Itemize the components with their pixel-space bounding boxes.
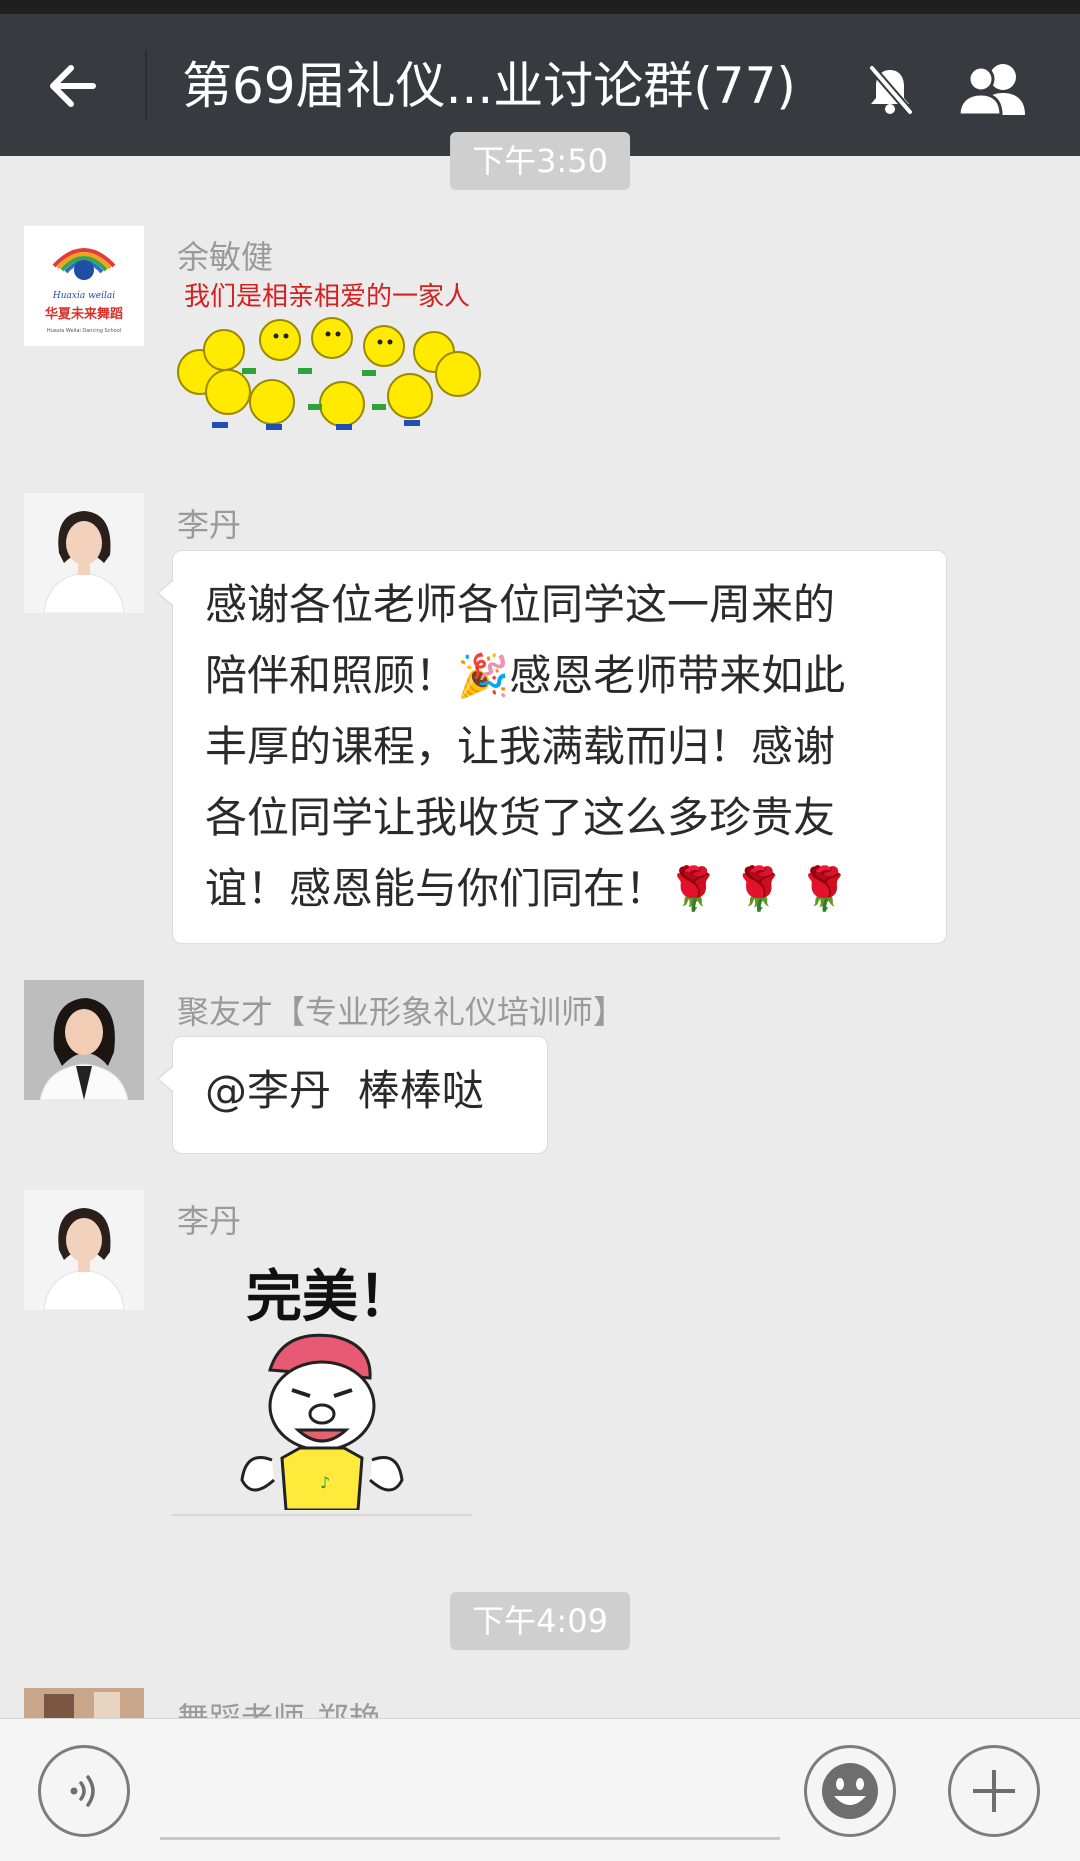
- avatar[interactable]: [24, 1190, 144, 1310]
- avatar[interactable]: [24, 493, 144, 613]
- sender-name: 李丹: [177, 506, 242, 544]
- bell-muted-icon[interactable]: [858, 58, 922, 122]
- message-line: 丰厚的课程，让我满载而归！感谢: [205, 722, 836, 771]
- sticker-underline: [172, 1514, 472, 1516]
- back-arrow-icon[interactable]: [36, 50, 108, 122]
- message-input-underline[interactable]: [160, 1837, 780, 1840]
- avatar[interactable]: [24, 1688, 144, 1718]
- message-line: 陪伴和照顾！🎉感恩老师带来如此: [205, 651, 846, 700]
- sender-name: 李丹: [177, 1202, 242, 1240]
- plus-icon[interactable]: [948, 1745, 1040, 1837]
- sticker-family-smileys[interactable]: 我们是相亲相爱的一家人: [172, 276, 492, 432]
- svg-text:♪: ♪: [320, 1473, 330, 1492]
- emoji-icon[interactable]: [804, 1745, 896, 1837]
- avatar-logo-name: 华夏未来舞蹈: [45, 306, 123, 322]
- avatar-logo-text: Huaxia weilai: [52, 291, 115, 301]
- message-line: @李丹 棒棒哒: [205, 1066, 484, 1115]
- timestamp: 下午3:50: [450, 132, 630, 190]
- timestamp: 下午4:09: [450, 1592, 630, 1650]
- header-divider: [145, 50, 147, 120]
- avatar[interactable]: [24, 980, 144, 1100]
- sender-name: 余敏健: [177, 238, 274, 276]
- message-line: 各位同学让我收货了这么多珍贵友: [205, 793, 836, 842]
- sticker-caption: 我们是相亲相爱的一家人: [184, 282, 471, 312]
- message-line: 感谢各位老师各位同学这一周来的: [205, 580, 836, 629]
- sticker-caption: 完美！: [246, 1265, 414, 1330]
- message-bubble[interactable]: @李丹 棒棒哒: [157, 1036, 548, 1154]
- group-members-icon[interactable]: [950, 54, 1040, 124]
- sticker-perfect[interactable]: 完美！ ♪: [172, 1246, 472, 1516]
- sender-name: 聚友才【专业形象礼仪培训师】: [177, 993, 626, 1031]
- chat-title: 第69届礼仪...业讨论群(77): [182, 57, 796, 115]
- composer-bar: [0, 1718, 1080, 1861]
- message-bubble[interactable]: 感谢各位老师各位同学这一周来的 陪伴和照顾！🎉感恩老师带来如此 丰厚的课程，让我…: [157, 550, 947, 944]
- status-bar: [0, 0, 1080, 14]
- avatar-logo-english: Huaxia Weilai Dancing School: [47, 328, 121, 334]
- message-line: 谊！感恩能与你们同在！🌹 🌹 🌹: [205, 864, 851, 913]
- sender-name: 舞蹈老师-郑艳: [177, 1694, 381, 1718]
- voice-input-icon[interactable]: [38, 1745, 130, 1837]
- avatar[interactable]: Huaxia weilai 华夏未来舞蹈 Huaxia Weilai Danci…: [24, 226, 144, 346]
